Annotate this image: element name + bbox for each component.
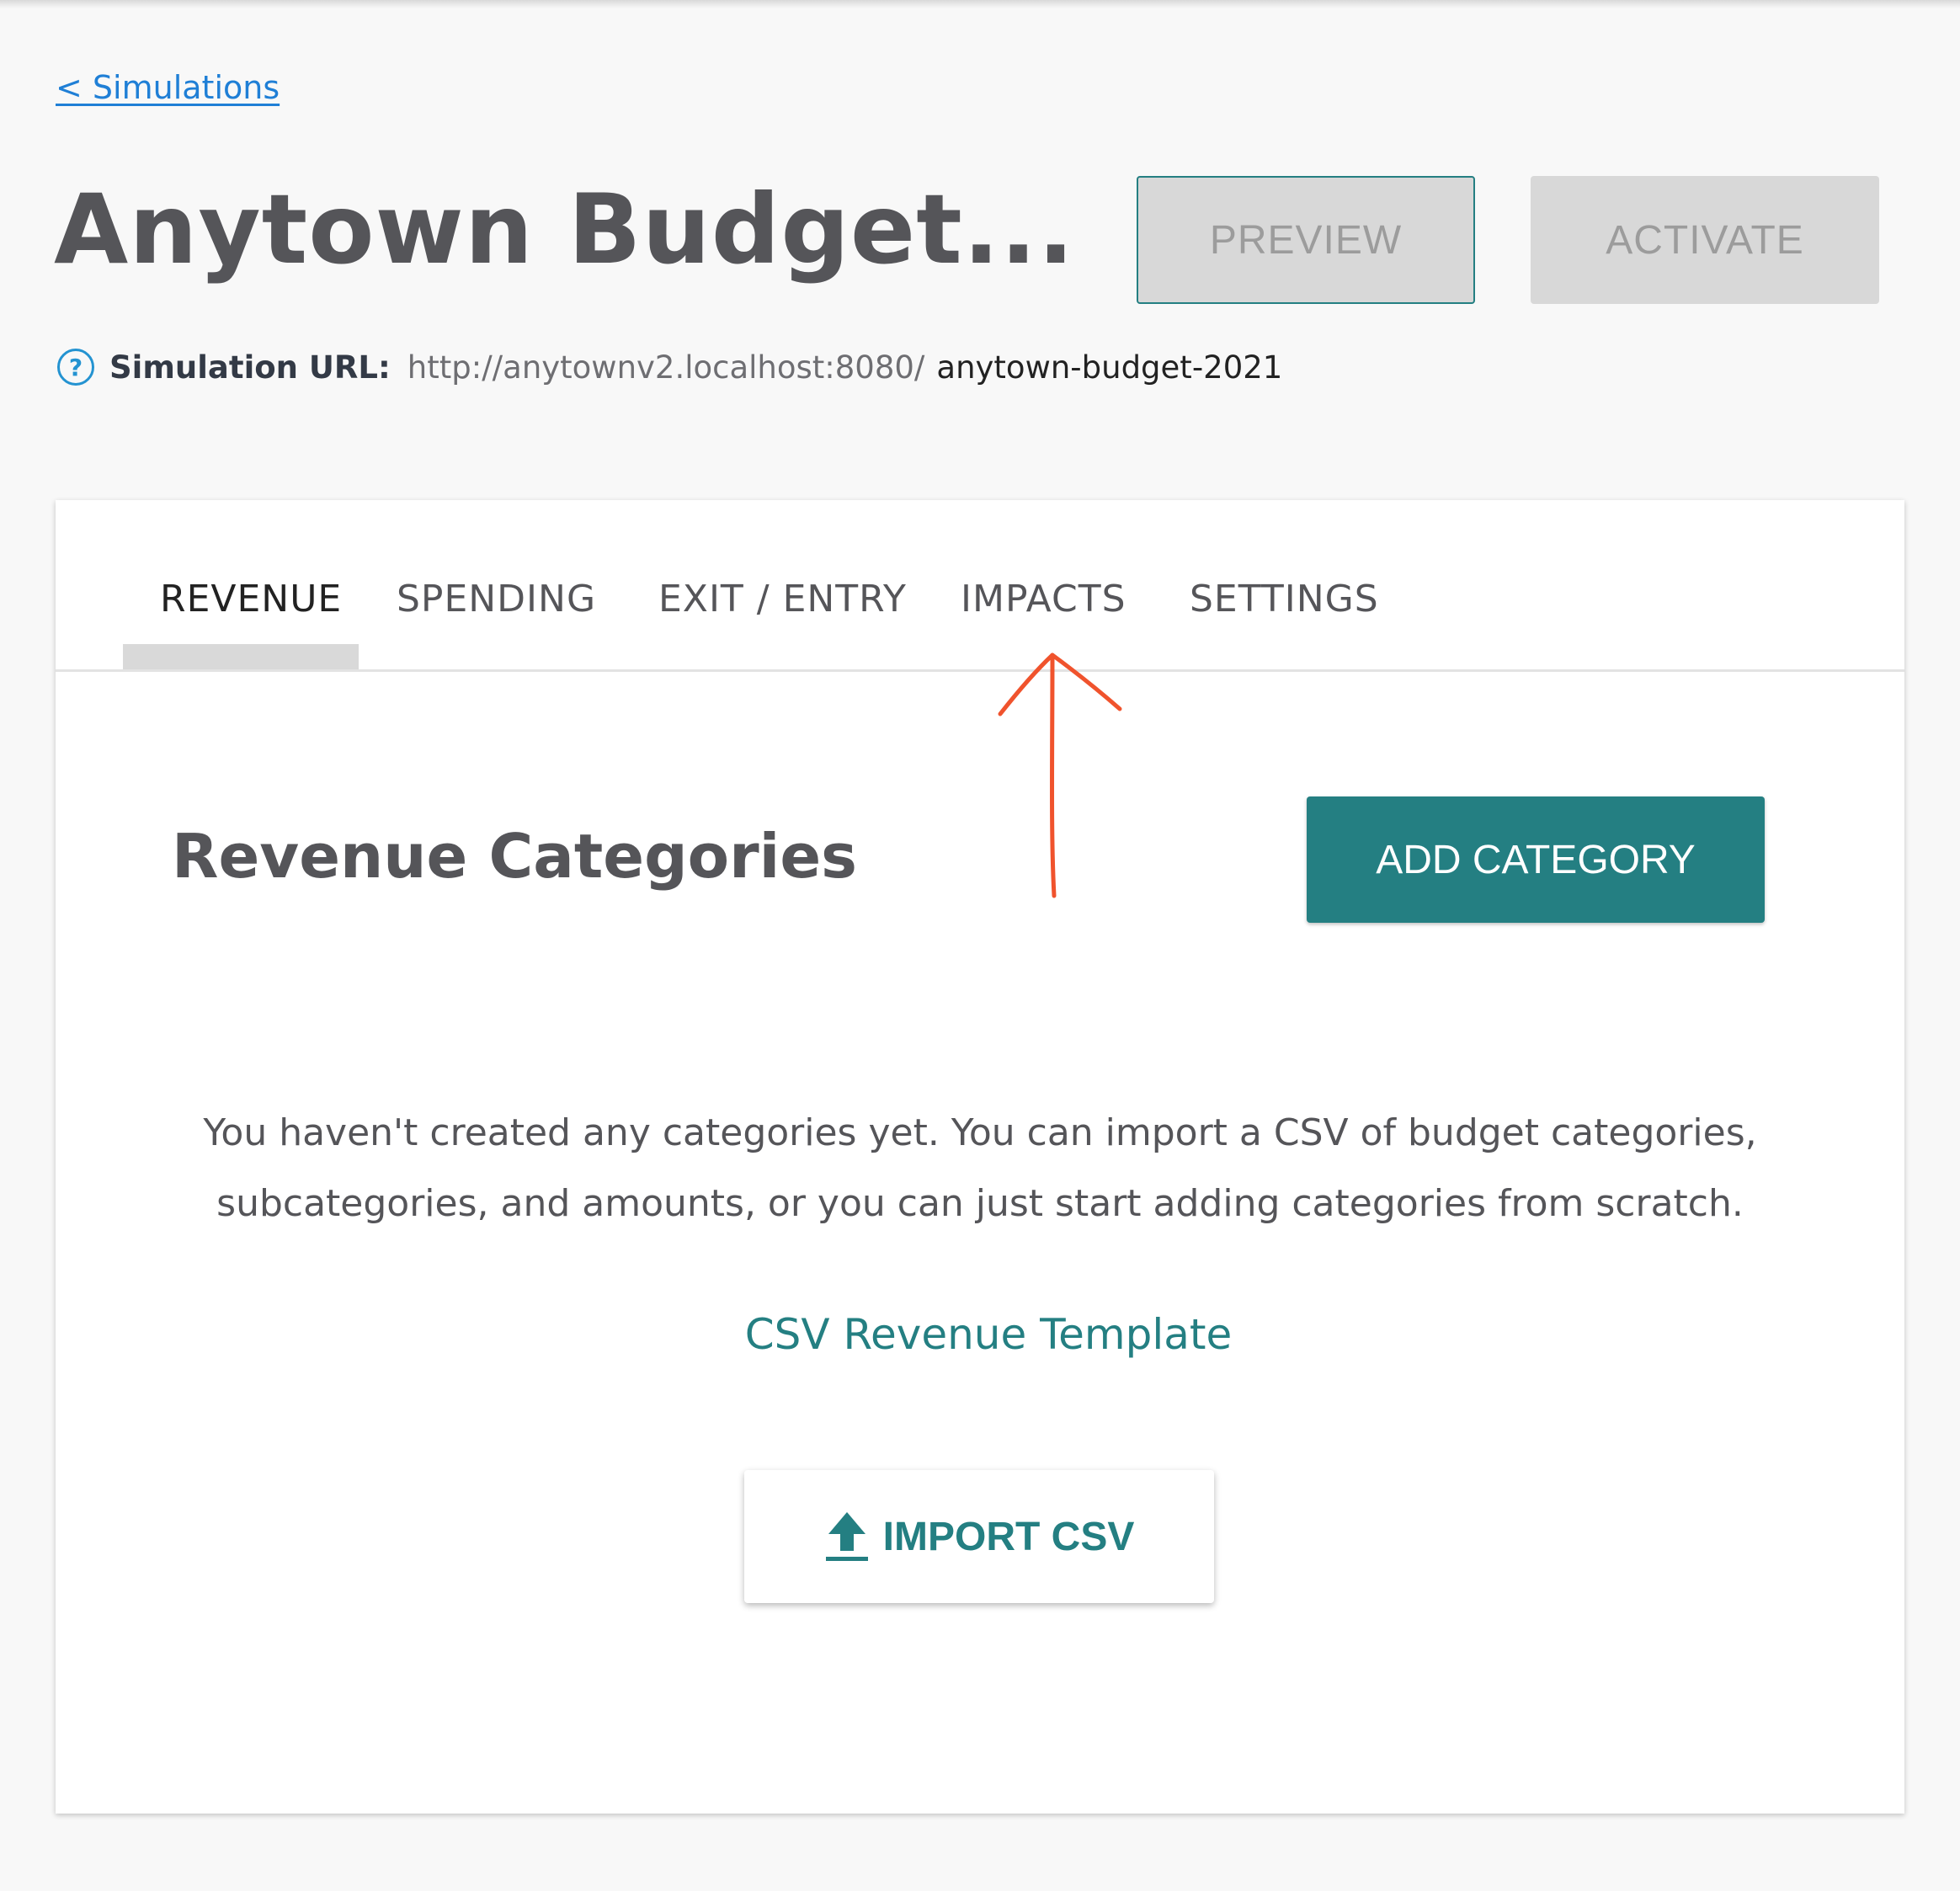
tab-spending[interactable]: SPENDING <box>397 578 596 621</box>
activate-button[interactable]: ACTIVATE <box>1531 176 1879 304</box>
simulation-url-label: Simulation URL: <box>109 349 391 386</box>
tab-impacts[interactable]: IMPACTS <box>961 578 1126 621</box>
revenue-categories-heading: Revenue Categories <box>172 821 858 892</box>
add-category-button[interactable]: ADD CATEGORY <box>1307 796 1765 923</box>
simulation-url-row: ? Simulation URL: http://anytownv2.local… <box>57 349 1282 386</box>
empty-state-message: You haven't created any categories yet. … <box>203 1111 1757 1225</box>
csv-revenue-template-label: CSV Revenue Template <box>744 1310 1233 1359</box>
page-title: Anytown Budget... <box>54 173 1075 285</box>
active-tab-indicator <box>123 644 359 669</box>
help-circle-icon[interactable]: ? <box>57 349 94 386</box>
back-to-simulations-link[interactable]: < Simulations <box>56 69 280 106</box>
upload-icon <box>825 1512 868 1561</box>
simulation-url-base: http://anytownv2.localhost:8080/ <box>407 349 925 386</box>
csv-revenue-template-link[interactable]: CSV Revenue Template <box>745 1308 1233 1361</box>
simulation-url-slug[interactable]: anytown-budget-2021 <box>936 349 1282 386</box>
import-csv-button[interactable]: IMPORT CSV <box>744 1470 1214 1603</box>
annotation-arrow <box>998 653 1122 898</box>
tab-settings[interactable]: SETTINGS <box>1190 578 1379 621</box>
tab-revenue[interactable]: REVENUE <box>160 578 342 621</box>
tab-exit-entry[interactable]: EXIT / ENTRY <box>658 578 907 621</box>
import-csv-label: IMPORT CSV <box>882 1514 1135 1559</box>
top-shadow <box>0 0 1960 8</box>
preview-button[interactable]: PREVIEW <box>1137 176 1475 304</box>
tab-bar: REVENUE SPENDING EXIT / ENTRY IMPACTS SE… <box>56 500 1904 672</box>
simulation-editor-card: REVENUE SPENDING EXIT / ENTRY IMPACTS SE… <box>56 500 1904 1814</box>
